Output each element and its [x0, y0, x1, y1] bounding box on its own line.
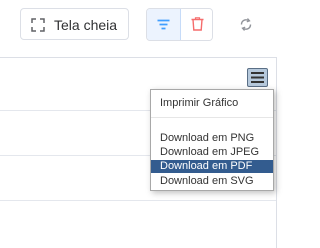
- menu-separator: [151, 117, 273, 118]
- menu-item-download-svg[interactable]: Download em SVG: [151, 175, 273, 188]
- chart-context-menu: Imprimir Gráfico Download em PNG Downloa…: [150, 89, 274, 191]
- fullscreen-button[interactable]: Tela cheia: [20, 8, 129, 40]
- menu-item-download-png[interactable]: Download em PNG: [151, 132, 273, 145]
- menu-item-download-jpeg[interactable]: Download em JPEG: [151, 146, 273, 159]
- action-button-group: [146, 8, 213, 41]
- fullscreen-icon: [31, 18, 45, 32]
- fullscreen-label: Tela cheia: [54, 17, 118, 33]
- filter-button[interactable]: [147, 9, 181, 40]
- delete-button[interactable]: [181, 9, 212, 40]
- trash-icon: [191, 17, 204, 31]
- refresh-button[interactable]: [234, 13, 258, 37]
- toolbar: Tela cheia: [0, 0, 278, 47]
- chart-menu-button[interactable]: [247, 68, 268, 87]
- hamburger-menu-icon: [251, 72, 264, 83]
- refresh-icon: [240, 18, 252, 31]
- menu-item-print[interactable]: Imprimir Gráfico: [151, 97, 273, 110]
- grid-line: [0, 200, 276, 201]
- filter-icon: [157, 19, 170, 30]
- menu-item-download-pdf[interactable]: Download em PDF: [151, 160, 273, 173]
